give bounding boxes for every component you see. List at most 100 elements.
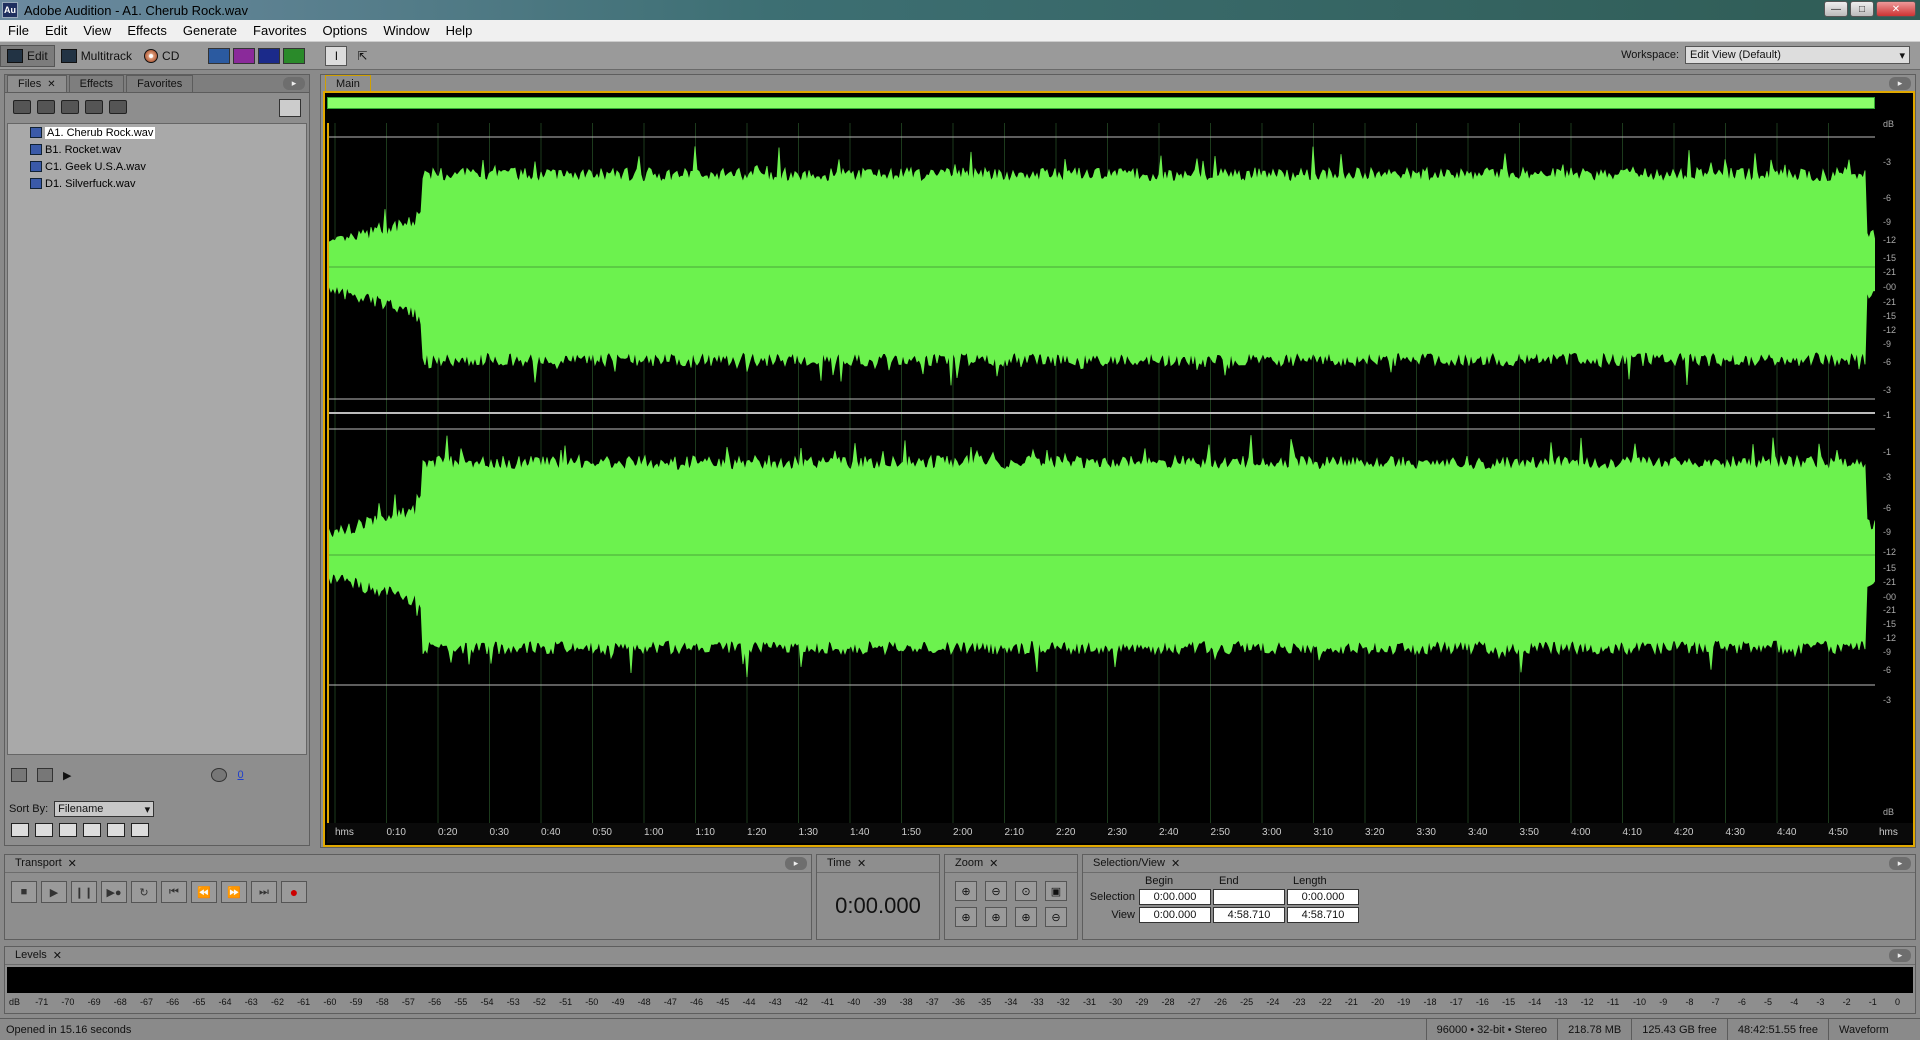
list-item[interactable]: C1. Geek U.S.A.wav	[8, 158, 306, 175]
waveform-area[interactable]	[327, 123, 1875, 823]
zoom-out-full-icon[interactable]: ⊙	[1015, 881, 1037, 901]
time-selection-tool-icon[interactable]: I	[325, 45, 348, 66]
zoom-in-horizontal-icon[interactable]: ⊕	[955, 881, 977, 901]
filter-video-icon[interactable]	[59, 823, 77, 837]
close-icon[interactable]: ✕	[857, 857, 866, 870]
selection-begin-field[interactable]: 0:00.000	[1139, 889, 1211, 905]
zoom-in-vertical-icon[interactable]: ⊕	[1015, 907, 1037, 927]
time-tick-label: 0:30	[489, 827, 509, 838]
panel-menu-icon[interactable]: ▸	[283, 77, 305, 90]
play-to-end-button[interactable]: ▶●	[101, 881, 127, 903]
tab-levels[interactable]: Levels ✕	[5, 947, 72, 964]
menu-effects[interactable]: Effects	[119, 23, 175, 38]
time-tick-label: 2:00	[953, 827, 973, 838]
close-file-icon[interactable]	[37, 100, 55, 114]
list-item[interactable]: A1. Cherub Rock.wav	[8, 124, 306, 141]
panel-menu-icon[interactable]: ▸	[1889, 949, 1911, 962]
filter-audio-icon[interactable]	[11, 823, 29, 837]
close-icon[interactable]: ✕	[53, 949, 62, 962]
tab-transport[interactable]: Transport ✕	[5, 855, 87, 872]
waveform-graphic	[327, 123, 1875, 823]
tab-main[interactable]: Main	[325, 75, 371, 92]
open-file-icon[interactable]	[13, 100, 31, 114]
minimize-icon[interactable]: —	[1824, 1, 1848, 17]
cd-view-button[interactable]: CD	[138, 45, 185, 67]
zoom-out-horizontal-icon[interactable]: ⊖	[985, 881, 1007, 901]
go-to-start-button[interactable]: ⏮	[161, 881, 187, 903]
view-begin-field[interactable]: 0:00.000	[1139, 907, 1211, 923]
workspace-dropdown[interactable]: Edit View (Default) ▾	[1685, 46, 1910, 64]
preview-controls: ▶ 0	[11, 765, 305, 785]
edit-view-button[interactable]: Edit	[0, 44, 55, 67]
panel-menu-icon[interactable]: ▸	[1889, 857, 1911, 870]
play-icon[interactable]: ▶	[63, 769, 71, 782]
view-length-field[interactable]: 4:58.710	[1287, 907, 1359, 923]
time-tick-label: 0:10	[386, 827, 406, 838]
loop-button[interactable]: ↻	[131, 881, 157, 903]
menu-options[interactable]: Options	[315, 23, 376, 38]
list-item[interactable]: B1. Rocket.wav	[8, 141, 306, 158]
close-icon[interactable]: ✕	[1876, 1, 1916, 17]
maximize-icon[interactable]: □	[1850, 1, 1874, 17]
close-icon[interactable]: ✕	[989, 857, 998, 870]
time-tick-label: 2:50	[1210, 827, 1230, 838]
filter-full-icon[interactable]	[107, 823, 125, 837]
menu-help[interactable]: Help	[438, 23, 481, 38]
close-icon[interactable]: ✕	[1171, 857, 1180, 870]
filter-midi-icon[interactable]	[83, 823, 101, 837]
rewind-button[interactable]: ⏪	[191, 881, 217, 903]
tab-zoom[interactable]: Zoom ✕	[945, 855, 1008, 872]
close-icon[interactable]: ✕	[47, 79, 55, 90]
speaker-icon[interactable]	[11, 768, 27, 782]
menu-edit[interactable]: Edit	[37, 23, 75, 38]
zoom-left-edge-icon[interactable]: ⊕	[955, 907, 977, 927]
menu-favorites[interactable]: Favorites	[245, 23, 314, 38]
tab-time[interactable]: Time ✕	[817, 855, 876, 872]
close-icon[interactable]: ✕	[68, 857, 77, 870]
zoom-right-edge-icon[interactable]: ⊕	[985, 907, 1007, 927]
sort-dropdown[interactable]: Filename ▾	[54, 801, 155, 817]
tab-selection-view[interactable]: Selection/View ✕	[1083, 855, 1190, 872]
spectral-view-icon[interactable]	[233, 47, 256, 64]
volume-value[interactable]: 0	[237, 769, 243, 781]
filter-loop-icon[interactable]	[35, 823, 53, 837]
filter-cd-icon[interactable]	[131, 823, 149, 837]
multitrack-view-button[interactable]: Multitrack	[55, 45, 138, 67]
insert-cd-icon[interactable]	[85, 100, 103, 114]
pause-button[interactable]: ❙❙	[71, 881, 97, 903]
menu-generate[interactable]: Generate	[175, 23, 245, 38]
list-item[interactable]: D1. Silverfuck.wav	[8, 175, 306, 192]
time-ruler[interactable]: hms 0:10 0:20 0:30 0:40 0:50 1:00 1:10 1:20 1:30 1…	[327, 823, 1913, 843]
files-options-icon[interactable]	[279, 99, 301, 117]
tab-effects[interactable]: Effects	[68, 75, 125, 92]
panel-menu-icon[interactable]: ▸	[1889, 77, 1911, 90]
status-view-mode[interactable]: Waveform	[1828, 1019, 1920, 1040]
fast-forward-button[interactable]: ⏩	[221, 881, 247, 903]
phase-view-icon[interactable]	[283, 47, 306, 64]
menu-window[interactable]: Window	[375, 23, 437, 38]
menu-file[interactable]: File	[0, 23, 37, 38]
zoom-out-vertical-icon[interactable]: ⊖	[1045, 907, 1067, 927]
tab-favorites[interactable]: Favorites	[126, 75, 194, 92]
go-to-end-button[interactable]: ⏭	[251, 881, 277, 903]
view-end-field[interactable]: 4:58.710	[1213, 907, 1285, 923]
record-button[interactable]: ●	[281, 881, 307, 903]
marquee-tool-icon[interactable]: ⇱	[351, 45, 374, 66]
spectral-pan-icon[interactable]	[258, 47, 281, 64]
loop-icon[interactable]	[37, 768, 53, 782]
play-button[interactable]: ▶	[41, 881, 67, 903]
volume-knob-icon[interactable]	[211, 768, 228, 782]
tab-files[interactable]: Files ✕	[7, 75, 67, 92]
length-header: Length	[1293, 875, 1327, 887]
stop-button[interactable]: ■	[11, 881, 37, 903]
waveform-display[interactable]: dB -3 -6 -9 -12 -15 -21 -00 -21 -15 -12 -9 -6 -3 -1 -1 -…	[323, 91, 1915, 847]
insert-multitrack-icon[interactable]	[61, 100, 79, 114]
zoom-selection-icon[interactable]: ▣	[1045, 881, 1067, 901]
edit-file-icon[interactable]	[109, 100, 127, 114]
menu-view[interactable]: View	[75, 23, 119, 38]
selection-end-field[interactable]	[1213, 889, 1285, 905]
waveform-overview-bar[interactable]	[327, 97, 1875, 109]
selection-length-field[interactable]: 0:00.000	[1287, 889, 1359, 905]
waveform-view-icon[interactable]	[208, 47, 231, 64]
panel-menu-icon[interactable]: ▸	[785, 857, 807, 870]
